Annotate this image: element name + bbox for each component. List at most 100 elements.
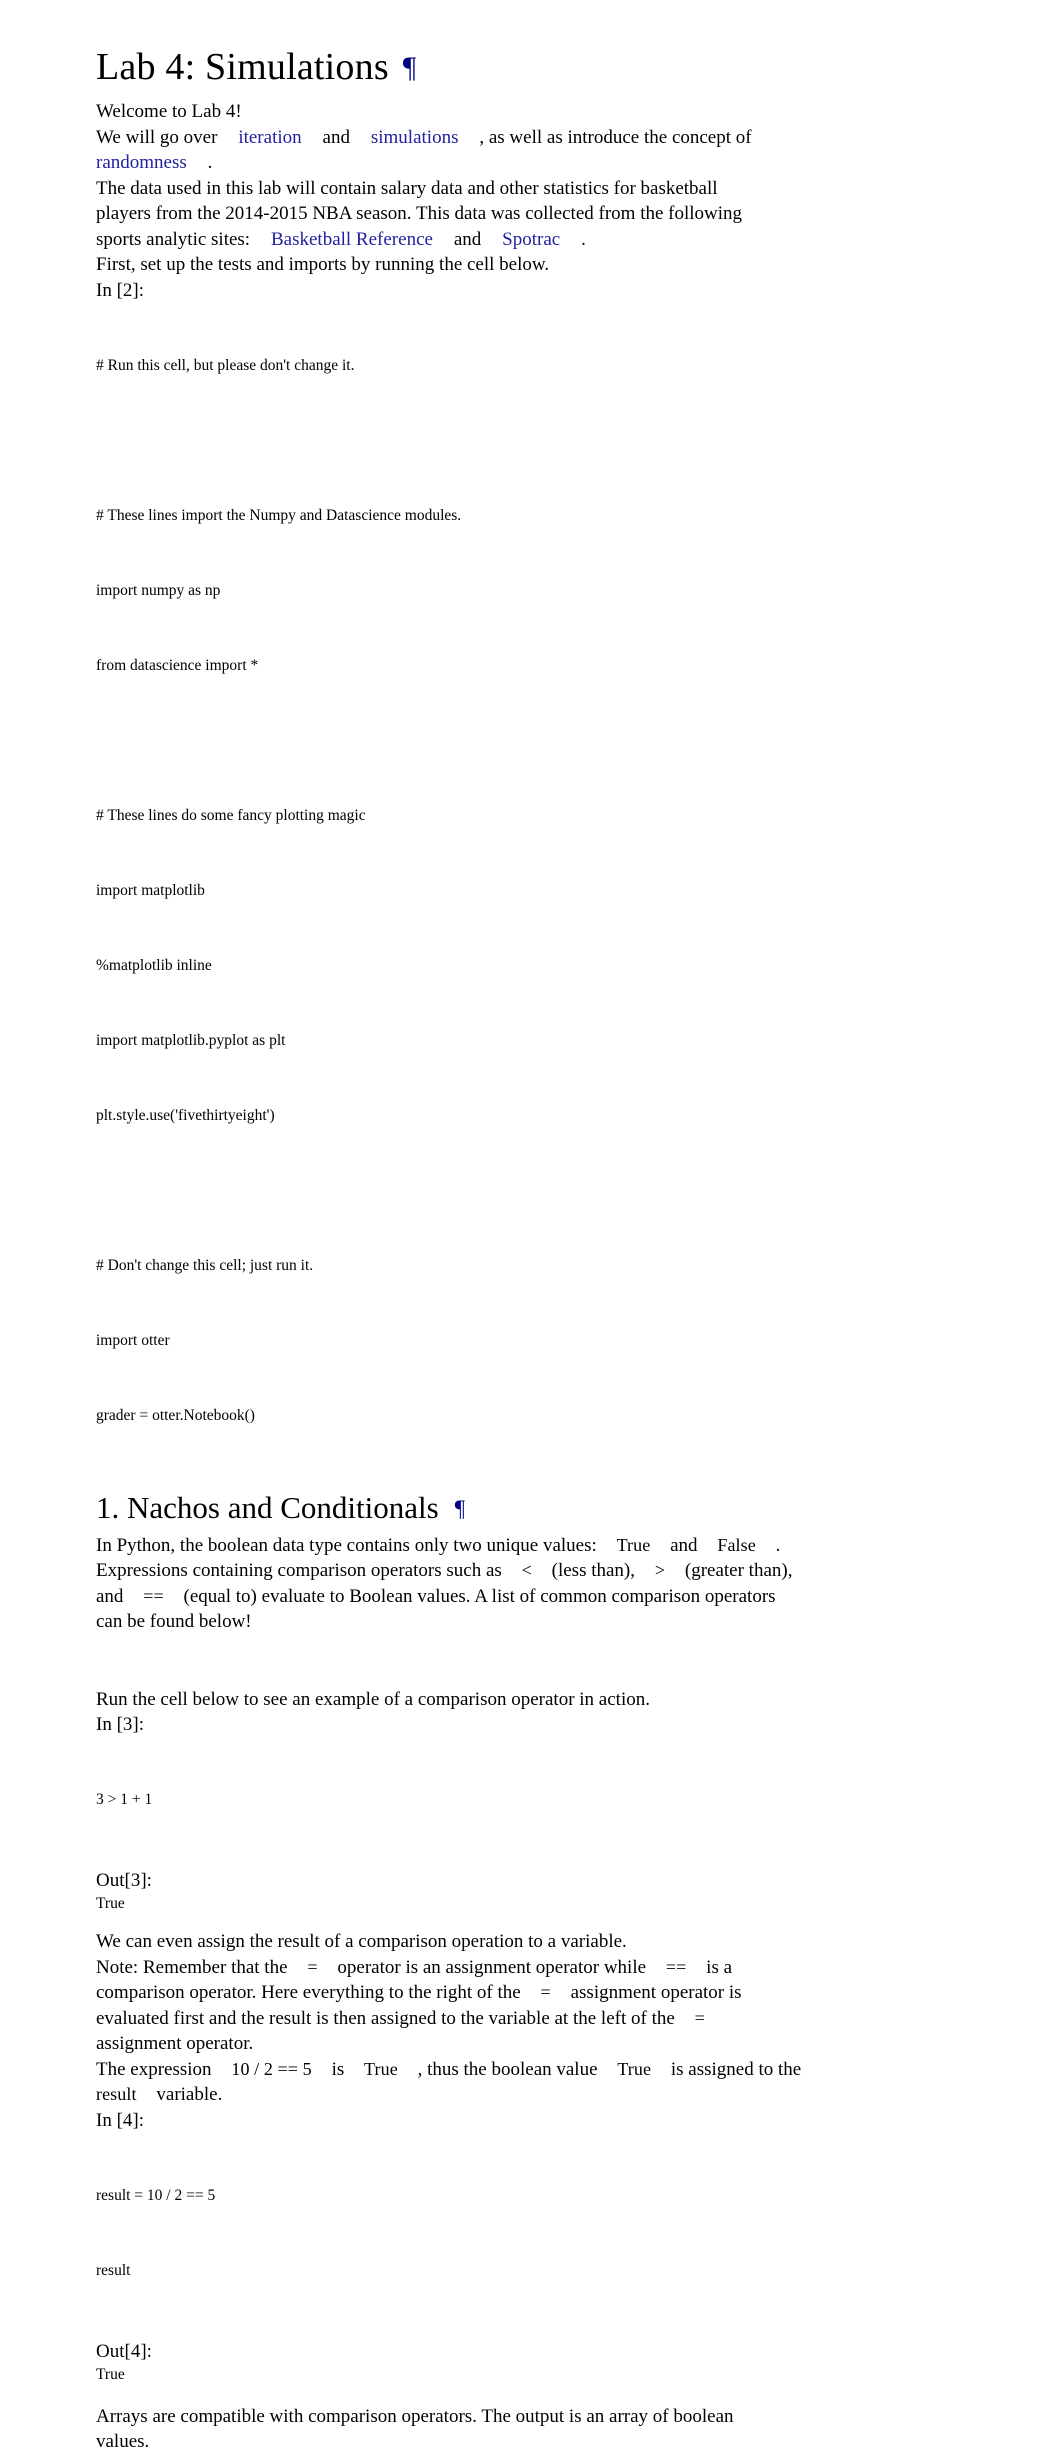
- link-basketball-reference[interactable]: Basketball Reference: [250, 229, 454, 250]
- code-line: result = 10 / 2 == 5: [96, 2186, 216, 2204]
- code-token-equals: =: [540, 1982, 551, 2002]
- intro-data-line-3: sports analytic sites: Basketball Referen…: [96, 227, 996, 253]
- cell-output-4: True: [96, 2365, 125, 2383]
- pilcrow-icon[interactable]: ¶: [403, 52, 417, 84]
- section-1-title-text: 1. Nachos and Conditionals: [96, 1489, 439, 1525]
- text-run: , thus the boolean value: [417, 2058, 598, 2080]
- intro-and-1: and: [322, 126, 350, 148]
- intro-line-2: We will go over iteration and simulations, …: [96, 125, 996, 151]
- code-token-true: True: [364, 2058, 398, 2079]
- closing-para-line-1: Arrays are compatible with comparison op…: [96, 2405, 734, 2427]
- intro-line-3: randomness.: [96, 150, 996, 176]
- text-run: and: [96, 1585, 124, 1607]
- assign-para-line-1: We can even assign the result of a compa…: [96, 1931, 627, 1952]
- link-iteration[interactable]: iteration: [217, 127, 322, 148]
- intro-data-line-1: The data used in this lab will contain s…: [96, 177, 718, 199]
- document-page: Lab 4: Simulations ¶ Welcome to Lab 4! We…: [0, 0, 1062, 2452]
- page-title-text: Lab 4: Simulations: [96, 46, 389, 88]
- expression-para-line-2: result variable.: [96, 2082, 996, 2108]
- section-1-para-line-4: can be found below!: [96, 1611, 252, 1632]
- cell-prompt-out-3: Out[3]:: [96, 1870, 152, 1891]
- intro-data-line-2: players from the 2014-2015 NBA season. T…: [96, 203, 743, 224]
- code-token-equals: =: [694, 2007, 705, 2028]
- intro-data-line-3-post: .: [581, 228, 586, 250]
- expression-para-line-1: The expression 10 / 2 == 5 is True , thus th…: [96, 2057, 996, 2083]
- run-cell-instruction: Run the cell below to see an example of …: [96, 1688, 650, 1710]
- text-run: is assigned to the: [670, 2058, 802, 2080]
- code-line: import matplotlib.pyplot as plt: [96, 1031, 286, 1049]
- cell-prompt-in-4: In [4]:: [96, 2109, 145, 2131]
- cell-prompt-in-2: In [2]:: [96, 279, 145, 301]
- link-spotrac[interactable]: Spotrac: [481, 229, 581, 250]
- text-run: In Python, the boolean data type contain…: [96, 1534, 597, 1556]
- code-token-expression: 10 / 2 == 5: [231, 2058, 312, 2079]
- section-1-para-line-3: and == (equal to) evaluate to Boolean valu…: [96, 1584, 996, 1610]
- code-line: plt.style.use('fivethirtyeight'): [96, 1106, 275, 1124]
- text-run: Expressions containing comparison operat…: [96, 1560, 502, 1581]
- text-run: (equal to) evaluate to Boolean values. A…: [183, 1585, 776, 1607]
- text-run: is a: [706, 1956, 733, 1978]
- assign-para-line-3: comparison operator. Here everything to …: [96, 1980, 996, 2006]
- cell-source-3[interactable]: 3 > 1 + 1: [96, 1737, 996, 1862]
- code-line: from datascience import *: [96, 656, 259, 674]
- code-line: grader = otter.Notebook(): [96, 1406, 255, 1424]
- section-1-title: 1. Nachos and Conditionals ¶: [96, 1488, 996, 1529]
- text-run: The expression: [96, 2058, 212, 2080]
- text-run: Note: Remember that the: [96, 1956, 288, 1978]
- section-1-para-line-2: Expressions containing comparison operat…: [96, 1558, 996, 1584]
- section-1-para-line-1: In Python, the boolean data type contain…: [96, 1533, 996, 1559]
- pilcrow-icon[interactable]: ¶: [455, 1496, 465, 1521]
- closing-para-line-2: values.: [96, 2431, 150, 2452]
- page-title: Lab 4: Simulations ¶: [96, 44, 996, 91]
- code-token-less-than: <: [521, 1560, 532, 1580]
- intro-first-line: First, set up the tests and imports by r…: [96, 254, 550, 275]
- document-content: Lab 4: Simulations ¶ Welcome to Lab 4! We…: [96, 44, 996, 2455]
- cell-output-3: True: [96, 1895, 125, 1912]
- sports-sites-label: sports analytic sites:: [96, 228, 251, 250]
- code-token-equals: =: [307, 1956, 318, 1977]
- text-run: .: [775, 1534, 781, 1556]
- cell-source-4[interactable]: result = 10 / 2 == 5 result: [96, 2133, 996, 2333]
- code-token-true: True: [616, 1534, 651, 1555]
- code-token-equals-equals: ==: [665, 1956, 687, 1977]
- assign-para-line-2: Note: Remember that the = operator is an a…: [96, 1955, 996, 1981]
- intro-line-2-post: , as well as introduce the concept of: [479, 126, 752, 148]
- text-run: and: [670, 1534, 698, 1556]
- text-run: (less than),: [551, 1560, 636, 1581]
- code-line: # These lines do some fancy plotting mag…: [96, 806, 366, 824]
- text-run: (greater than),: [684, 1560, 793, 1581]
- code-line: # Run this cell, but please don't change…: [96, 356, 355, 374]
- intro-line-2-pre: We will go over: [96, 126, 218, 148]
- intro-and-2: and: [453, 228, 482, 250]
- cell-prompt-in-3: In [3]:: [96, 1714, 145, 1735]
- code-line: result: [96, 2261, 131, 2279]
- assign-para-line-4: evaluated first and the result is then a…: [96, 2006, 996, 2032]
- assign-para-line-5: assignment operator.: [96, 2033, 254, 2054]
- intro-period: .: [207, 152, 213, 173]
- welcome-line: Welcome to Lab 4!: [96, 101, 242, 122]
- text-run: assignment operator is: [570, 1982, 742, 2003]
- code-line: import numpy as np: [96, 581, 221, 599]
- text-run: is: [331, 2058, 345, 2080]
- code-token-true: True: [617, 2058, 652, 2079]
- code-token-false: False: [717, 1534, 756, 1555]
- code-line: 3 > 1 + 1: [96, 1791, 153, 1808]
- code-token-equals-equals: ==: [143, 1585, 164, 1606]
- code-line: # Don't change this cell; just run it.: [96, 1256, 314, 1274]
- text-run: operator is an assignment operator while: [337, 1956, 647, 1978]
- cell-prompt-out-4: Out[4]:: [96, 2340, 152, 2362]
- text-run: comparison operator. Here everything to …: [96, 1982, 521, 2003]
- cell-source-2[interactable]: # Run this cell, but please don't change…: [96, 303, 996, 1478]
- code-line: import matplotlib: [96, 881, 205, 899]
- code-token-greater-than: >: [654, 1560, 666, 1580]
- code-token-result: result: [96, 2084, 137, 2104]
- link-simulations[interactable]: simulations: [350, 127, 479, 148]
- link-randomness[interactable]: randomness: [96, 152, 208, 173]
- text-run: evaluated first and the result is then a…: [96, 2007, 675, 2029]
- text-run: variable.: [156, 2084, 223, 2105]
